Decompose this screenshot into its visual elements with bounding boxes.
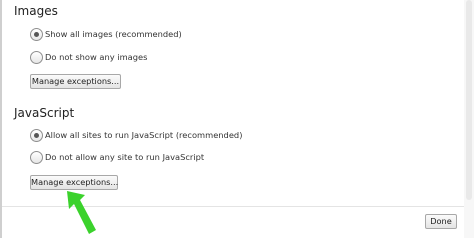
scrollbar-thumb[interactable] bbox=[466, 0, 472, 200]
vertical-scrollbar[interactable] bbox=[464, 0, 474, 238]
javascript-section-title: JavaScript bbox=[14, 106, 75, 120]
radio-label: Allow all sites to run JavaScript (recom… bbox=[45, 130, 243, 140]
done-button[interactable]: Done bbox=[425, 214, 457, 229]
radio-button[interactable] bbox=[30, 51, 43, 64]
images-section-title: Images bbox=[14, 4, 58, 18]
left-border bbox=[0, 0, 2, 238]
radio-label: Do not show any images bbox=[45, 52, 148, 62]
images-manage-exceptions-button[interactable]: Manage exceptions... bbox=[30, 74, 121, 89]
arrow-up-left-icon bbox=[67, 191, 96, 234]
radio-button-checked[interactable] bbox=[30, 28, 43, 41]
radio-button[interactable] bbox=[30, 151, 43, 164]
radio-button-checked[interactable] bbox=[30, 129, 43, 142]
radio-label: Show all images (recommended) bbox=[45, 29, 182, 39]
radio-label: Do not allow any site to run JavaScript bbox=[45, 152, 205, 162]
